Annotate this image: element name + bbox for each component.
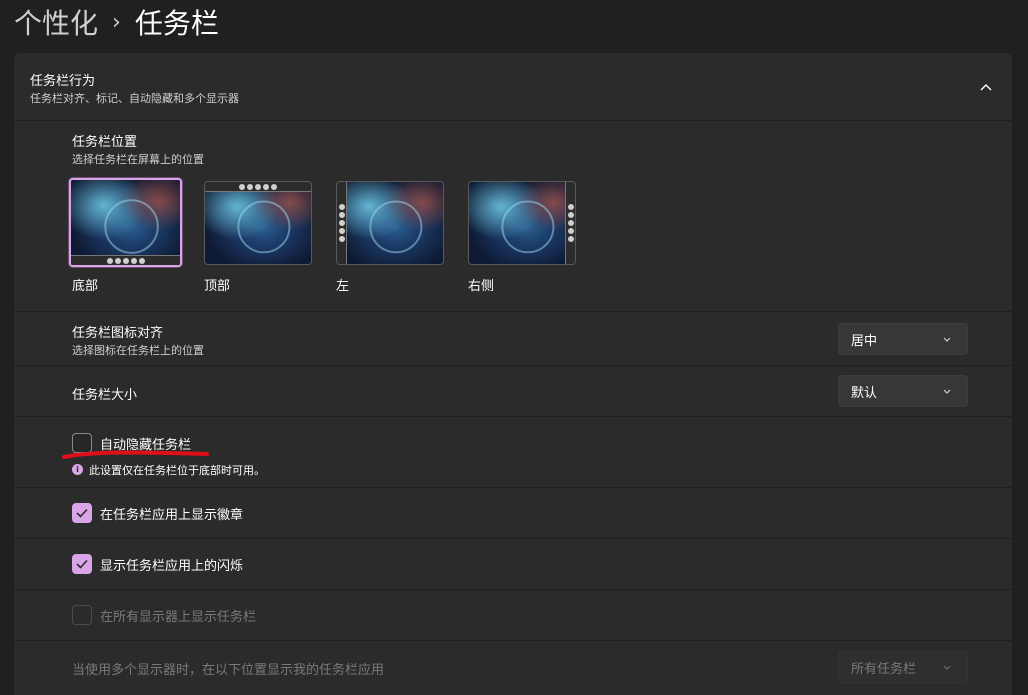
size-title: 任务栏大小 <box>72 388 138 403</box>
multi-display-dropdown[interactable]: 所有任务栏 <box>838 651 968 683</box>
position-option-bottom[interactable] <box>69 178 182 267</box>
badges-row: 在任务栏应用上显示徽章 <box>14 487 1012 538</box>
section-subtitle: 任务栏对齐、标记、自动隐藏和多个显示器 <box>30 92 239 105</box>
position-label-left: 左 <box>336 279 350 294</box>
taskbar-preview-top <box>205 182 311 192</box>
breadcrumb: 个性化 › 任务栏 <box>14 2 219 42</box>
position-option-top[interactable] <box>204 181 312 265</box>
chevron-down-icon <box>943 337 951 342</box>
wallpaper-thumbnail <box>71 180 180 265</box>
breadcrumb-personalization[interactable]: 个性化 <box>14 2 98 42</box>
taskbar-behaviors-header[interactable]: 任务栏行为 任务栏对齐、标记、自动隐藏和多个显示器 <box>14 53 1012 120</box>
alignment-title: 任务栏图标对齐 <box>72 326 164 341</box>
flashing-label[interactable]: 显示任务栏应用上的闪烁 <box>100 555 243 574</box>
badges-checkbox[interactable] <box>72 503 92 523</box>
flashing-checkbox[interactable] <box>72 554 92 574</box>
taskbar-preview-bottom <box>71 255 180 265</box>
chevron-up-icon[interactable] <box>976 77 996 97</box>
multi-display-row: 当使用多个显示器时，在以下位置显示我的任务栏应用 所有任务栏 <box>14 640 1012 695</box>
info-icon: i <box>72 464 83 475</box>
multi-display-value: 所有任务栏 <box>851 661 917 677</box>
taskbar-size-row: 任务栏大小 默认 <box>14 365 1012 416</box>
position-option-right[interactable] <box>468 181 576 265</box>
autohide-note: 此设置仅在任务栏位于底部时可用。 <box>89 464 265 477</box>
multi-display-label: 当使用多个显示器时，在以下位置显示我的任务栏应用 <box>72 663 385 678</box>
all-displays-row: 在所有显示器上显示任务栏 <box>14 589 1012 640</box>
checkmark-icon <box>76 559 88 569</box>
position-label-top: 顶部 <box>204 279 231 294</box>
taskbar-behaviors-panel: 任务栏行为 任务栏对齐、标记、自动隐藏和多个显示器 任务栏位置 选择任务栏在屏幕… <box>14 53 1012 695</box>
checkmark-icon <box>76 508 88 518</box>
taskbar-preview-right <box>565 182 575 264</box>
taskbar-preview-left <box>337 182 347 264</box>
autohide-row: 自动隐藏任务栏 i 此设置仅在任务栏位于底部时可用。 <box>14 416 1012 487</box>
alignment-subtitle: 选择图标在任务栏上的位置 <box>72 344 204 357</box>
badges-label[interactable]: 在任务栏应用上显示徽章 <box>100 504 243 523</box>
chevron-down-icon <box>943 665 951 670</box>
red-underline-annotation <box>62 450 209 459</box>
size-value: 默认 <box>851 385 878 401</box>
all-displays-label: 在所有显示器上显示任务栏 <box>100 610 257 625</box>
taskbar-alignment-row: 任务栏图标对齐 选择图标在任务栏上的位置 居中 <box>14 311 1012 365</box>
flashing-row: 显示任务栏应用上的闪烁 <box>14 538 1012 589</box>
position-label-right: 右侧 <box>468 279 495 294</box>
wallpaper-thumbnail <box>205 182 311 264</box>
section-title: 任务栏行为 <box>30 74 96 89</box>
position-title: 任务栏位置 <box>72 135 138 150</box>
breadcrumb-separator-icon: › <box>112 9 121 35</box>
size-dropdown[interactable]: 默认 <box>838 375 968 407</box>
alignment-dropdown[interactable]: 居中 <box>838 323 968 355</box>
wallpaper-thumbnail <box>337 182 443 264</box>
chevron-down-icon <box>943 389 951 394</box>
position-label-bottom: 底部 <box>72 279 99 294</box>
position-subtitle: 选择任务栏在屏幕上的位置 <box>72 153 204 166</box>
alignment-value: 居中 <box>851 333 878 349</box>
wallpaper-thumbnail <box>469 182 575 264</box>
position-option-left[interactable] <box>336 181 444 265</box>
page-title: 任务栏 <box>134 7 219 40</box>
all-displays-checkbox[interactable] <box>72 605 92 625</box>
